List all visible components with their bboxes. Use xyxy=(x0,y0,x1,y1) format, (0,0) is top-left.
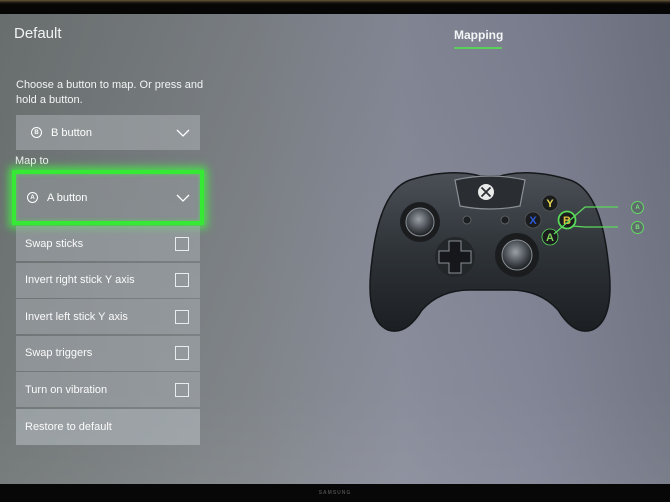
option-label: Turn on vibration xyxy=(25,383,108,396)
a-button-glyph-icon: A xyxy=(27,192,38,203)
option-invert-left-stick-y[interactable]: Invert left stick Y axis xyxy=(16,299,200,334)
dpad-icon xyxy=(435,237,475,277)
restore-default-button[interactable]: Restore to default xyxy=(16,408,200,445)
option-invert-right-stick-y[interactable]: Invert right stick Y axis xyxy=(16,262,200,298)
b-button-glyph-icon: B xyxy=(31,127,42,138)
monitor-bottom-bezel: SAMSUNG xyxy=(0,484,670,502)
map-to-label: Map to xyxy=(15,155,49,167)
option-vibration[interactable]: Turn on vibration xyxy=(16,372,200,407)
chevron-down-icon xyxy=(176,194,190,202)
option-label: Swap triggers xyxy=(25,347,93,359)
source-button-dropdown[interactable]: B B button xyxy=(16,115,200,150)
view-button xyxy=(462,215,472,225)
tab-mapping[interactable]: Mapping xyxy=(454,28,503,42)
menu-button xyxy=(500,215,510,225)
options-list: Swap sticks Invert right stick Y axis In… xyxy=(16,226,200,446)
invert-left-stick-checkbox[interactable] xyxy=(175,309,189,324)
left-stick xyxy=(405,207,435,237)
option-label: Swap sticks xyxy=(25,237,84,250)
tab-active-indicator xyxy=(454,47,502,49)
svg-text:Y: Y xyxy=(546,198,554,210)
svg-text:X: X xyxy=(529,215,537,227)
chevron-down-icon xyxy=(176,129,190,137)
page-title: Default xyxy=(14,25,62,42)
vibration-checkbox[interactable] xyxy=(175,382,189,397)
x-button: X xyxy=(524,211,542,229)
callout-b-glyph-icon: B xyxy=(631,221,644,234)
swap-sticks-checkbox[interactable] xyxy=(175,236,189,251)
map-to-dropdown[interactable]: A A button xyxy=(12,170,204,225)
invert-right-stick-checkbox[interactable] xyxy=(175,273,189,287)
controller-image: Y X B A xyxy=(369,172,618,332)
right-stick xyxy=(501,239,533,271)
instructions-text: Choose a button to map. Or press and hol… xyxy=(16,79,204,106)
option-label: Invert left stick Y axis xyxy=(25,310,128,323)
svg-text:A: A xyxy=(546,232,554,244)
callout-a-glyph-icon: A xyxy=(631,201,644,214)
monitor-brand-logo: SAMSUNG xyxy=(318,490,352,496)
option-label: Invert right stick Y axis xyxy=(25,274,135,286)
restore-default-label: Restore to default xyxy=(25,420,112,433)
option-swap-sticks[interactable]: Swap sticks xyxy=(16,226,200,261)
option-swap-triggers[interactable]: Swap triggers xyxy=(16,335,200,371)
y-button: Y xyxy=(541,194,559,212)
a-button-highlighted: A xyxy=(541,228,559,246)
source-button-label: B button xyxy=(51,126,92,139)
monitor-top-bezel xyxy=(0,0,670,15)
swap-triggers-checkbox[interactable] xyxy=(175,346,189,360)
map-to-button-label: A button xyxy=(47,191,88,204)
